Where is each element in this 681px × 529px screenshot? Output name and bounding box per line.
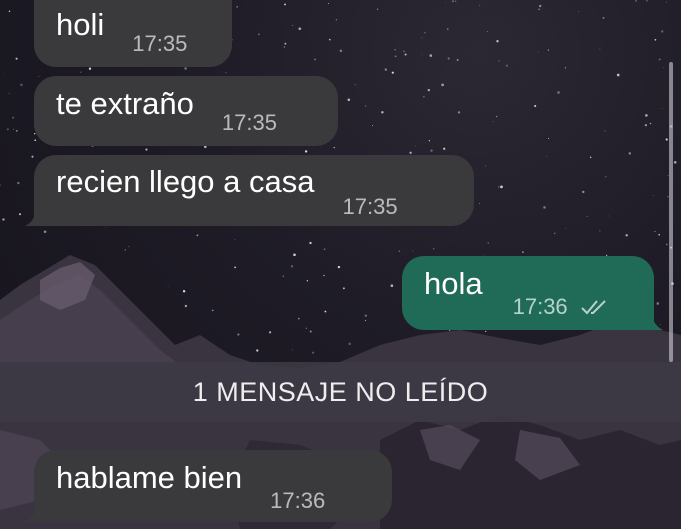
message-bubble-incoming[interactable]: te extraño 17:35 — [34, 76, 338, 146]
message-text: holi — [56, 7, 105, 42]
unread-divider-label: 1 MENSAJE NO LEÍDO — [192, 376, 489, 407]
message-bubble-outgoing[interactable]: hola 17:36 — [402, 256, 663, 330]
message-text: recien llego a casa — [56, 164, 315, 199]
message-time: 17:36 — [513, 294, 610, 320]
message-bubble-incoming[interactable]: holi 17:35 — [34, 0, 232, 67]
message-time: 17:35 — [342, 194, 398, 219]
bubble-tail-icon — [25, 500, 47, 522]
message-time: 17:35 — [132, 31, 188, 56]
bubble-tail-icon — [641, 308, 663, 330]
message-text: hablame bien — [56, 460, 243, 495]
unread-messages-divider: 1 MENSAJE NO LEÍDO — [0, 362, 681, 422]
message-text: te extraño — [56, 86, 194, 121]
bubble-tail-icon — [25, 204, 47, 226]
message-time: 17:36 — [270, 488, 326, 513]
message-text: hola — [424, 266, 483, 301]
message-time: 17:35 — [221, 110, 277, 135]
scrollbar[interactable] — [669, 62, 673, 362]
message-time-label: 17:36 — [512, 294, 568, 319]
message-bubble-incoming[interactable]: hablame bien 17:36 — [25, 450, 392, 522]
double-check-icon — [581, 300, 606, 315]
message-bubble-incoming[interactable]: recien llego a casa 17:35 — [25, 155, 474, 226]
